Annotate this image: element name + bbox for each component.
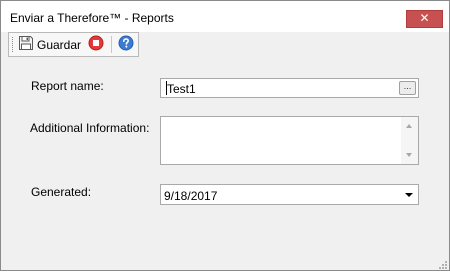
window-title: Enviar a Therefore™ - Reports: [10, 11, 174, 25]
scroll-down-arrow-icon[interactable]: [406, 153, 412, 157]
scroll-up-arrow-icon[interactable]: [406, 124, 412, 128]
report-name-input[interactable]: Test1 ...: [160, 78, 419, 98]
additional-info-label: Additional Information:: [30, 121, 150, 135]
chevron-down-icon[interactable]: [405, 193, 413, 197]
close-button[interactable]: ✕: [406, 10, 443, 28]
save-label: Guardar: [37, 37, 82, 52]
toolbar-separator: [111, 36, 112, 53]
save-button[interactable]: Guardar: [18, 35, 81, 54]
generated-label: Generated:: [31, 185, 92, 199]
toolbar: Guardar: [8, 32, 139, 57]
report-name-value: Test1: [167, 82, 196, 96]
resize-grip-icon[interactable]: [438, 259, 448, 269]
generated-date-value: 9/18/2017: [164, 189, 218, 203]
text-caret: [166, 81, 167, 95]
browse-label: ...: [403, 81, 412, 91]
stop-icon: [88, 35, 104, 54]
save-icon: [18, 35, 34, 54]
stop-button[interactable]: [86, 35, 106, 54]
close-icon: ✕: [419, 11, 430, 25]
help-button[interactable]: [116, 35, 136, 54]
browse-button[interactable]: ...: [399, 81, 416, 95]
report-name-label: Report name:: [31, 79, 104, 93]
generated-date-picker[interactable]: 9/18/2017: [160, 184, 419, 205]
additional-info-textarea[interactable]: [160, 116, 419, 165]
help-icon: [118, 35, 134, 54]
title-bar: Enviar a Therefore™ - Reports ✕: [1, 1, 449, 32]
dialog-window: Enviar a Therefore™ - Reports ✕ Guardar: [0, 0, 450, 271]
textarea-scrollbar[interactable]: [401, 117, 418, 164]
toolbar-grip[interactable]: [12, 37, 15, 52]
